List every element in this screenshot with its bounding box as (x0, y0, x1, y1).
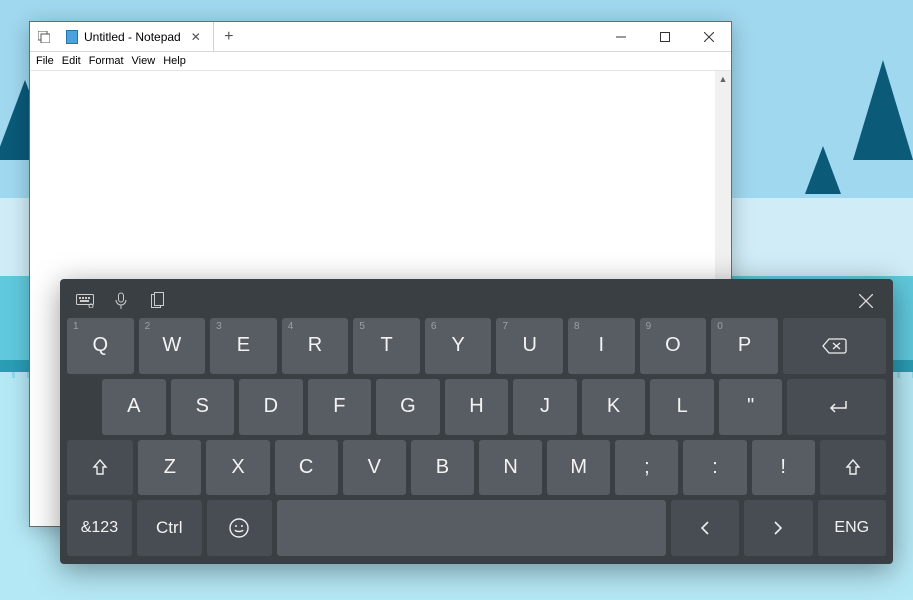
menu-format[interactable]: Format (85, 54, 128, 68)
menu-view[interactable]: View (128, 54, 160, 68)
key-d[interactable]: D (239, 379, 303, 435)
keyboard-row-4: &123 Ctrl ENG (67, 500, 886, 556)
window-icon[interactable] (30, 22, 58, 51)
tab-title: Untitled - Notepad (84, 30, 181, 44)
key-exclaim[interactable]: ! (752, 440, 815, 496)
key-arrow-left[interactable] (671, 500, 739, 556)
menu-bar: File Edit Format View Help (30, 52, 731, 71)
titlebar[interactable]: Untitled - Notepad ✕ + (30, 22, 731, 52)
key-t[interactable]: 5T (353, 318, 420, 374)
key-w[interactable]: 2W (139, 318, 206, 374)
key-n[interactable]: N (479, 440, 542, 496)
key-shift-right[interactable] (820, 440, 886, 496)
key-e[interactable]: 3E (210, 318, 277, 374)
keyboard-close-button[interactable] (846, 294, 886, 308)
microphone-icon[interactable] (103, 287, 139, 315)
key-r[interactable]: 4R (282, 318, 349, 374)
key-f[interactable]: F (308, 379, 372, 435)
key-arrow-right[interactable] (744, 500, 812, 556)
document-tab[interactable]: Untitled - Notepad ✕ (58, 22, 214, 51)
key-x[interactable]: X (206, 440, 269, 496)
key-o[interactable]: 9O (640, 318, 707, 374)
key-ctrl[interactable]: Ctrl (137, 500, 202, 556)
key-semicolon[interactable]: ; (615, 440, 678, 496)
new-tab-button[interactable]: + (214, 22, 244, 51)
key-emoji[interactable] (207, 500, 272, 556)
clipboard-icon[interactable] (139, 287, 175, 315)
key-l[interactable]: L (650, 379, 714, 435)
key-g[interactable]: G (376, 379, 440, 435)
key-s[interactable]: S (171, 379, 235, 435)
key-m[interactable]: M (547, 440, 610, 496)
tab-close-button[interactable]: ✕ (187, 30, 205, 44)
keyboard-settings-icon[interactable] (67, 287, 103, 315)
key-b[interactable]: B (411, 440, 474, 496)
keyboard-row-1: 1Q2W3E4R5T6Y7U8I9O0P (67, 318, 886, 374)
key-language[interactable]: ENG (818, 500, 886, 556)
key-h[interactable]: H (445, 379, 509, 435)
close-button[interactable] (687, 22, 731, 51)
key-symbols[interactable]: &123 (67, 500, 132, 556)
key-quote[interactable]: " (719, 379, 783, 435)
key-enter[interactable] (787, 379, 886, 435)
desktop: Untitled - Notepad ✕ + File Edit Form (0, 0, 913, 600)
key-y[interactable]: 6Y (425, 318, 492, 374)
on-screen-keyboard: 1Q2W3E4R5T6Y7U8I9O0P ASDFGHJKL" ZXCVBNM;… (60, 279, 893, 564)
minimize-button[interactable] (599, 22, 643, 51)
wallpaper-tree (853, 60, 913, 160)
key-colon[interactable]: : (683, 440, 746, 496)
key-space[interactable] (277, 500, 666, 556)
key-j[interactable]: J (513, 379, 577, 435)
key-v[interactable]: V (343, 440, 406, 496)
key-z[interactable]: Z (138, 440, 201, 496)
scroll-up-button[interactable]: ▲ (715, 71, 731, 87)
wallpaper-tree (805, 146, 841, 194)
key-u[interactable]: 7U (496, 318, 563, 374)
keyboard-row-2: ASDFGHJKL" (67, 379, 886, 435)
key-backspace[interactable] (783, 318, 886, 374)
menu-edit[interactable]: Edit (58, 54, 85, 68)
menu-file[interactable]: File (32, 54, 58, 68)
keyboard-row-3: ZXCVBNM;:! (67, 440, 886, 496)
key-p[interactable]: 0P (711, 318, 778, 374)
document-icon (66, 30, 78, 44)
key-q[interactable]: 1Q (67, 318, 134, 374)
key-shift-left[interactable] (67, 440, 133, 496)
key-c[interactable]: C (275, 440, 338, 496)
maximize-button[interactable] (643, 22, 687, 51)
key-k[interactable]: K (582, 379, 646, 435)
menu-help[interactable]: Help (159, 54, 190, 68)
key-i[interactable]: 8I (568, 318, 635, 374)
key-a[interactable]: A (102, 379, 166, 435)
